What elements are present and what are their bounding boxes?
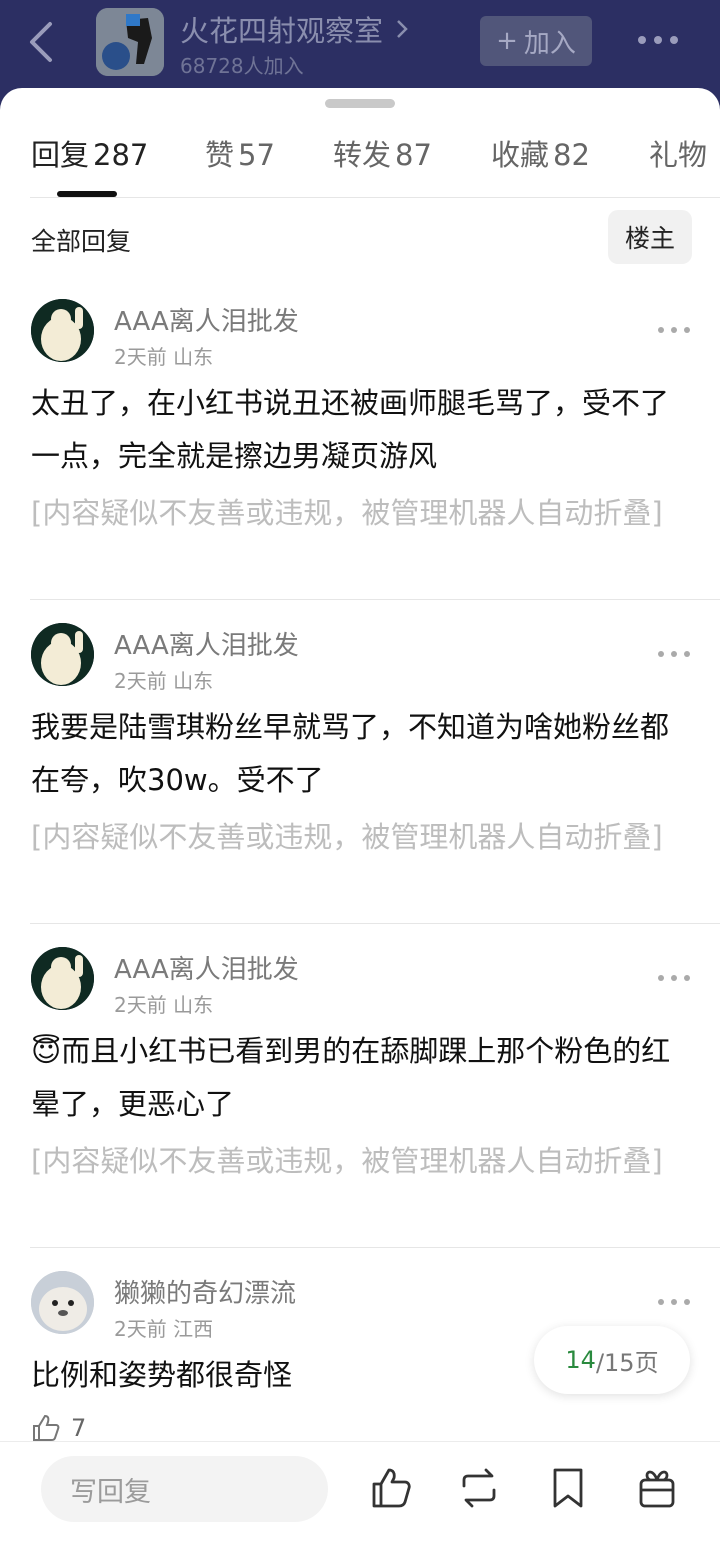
tab-gifts[interactable]: 礼物	[649, 132, 707, 174]
timestamp: 2天前	[114, 345, 167, 369]
thumb-up-icon[interactable]	[370, 1466, 412, 1510]
comment-meta: 2天前 山东	[114, 989, 213, 1018]
folded-notice[interactable]: [内容疑似不友善或违规，被管理机器人自动折叠]	[31, 491, 691, 535]
tab-replies[interactable]: 回复 287	[31, 132, 148, 174]
comment-meta: 2天前 山东	[114, 341, 213, 370]
op-only-button[interactable]: 楼主	[608, 210, 692, 264]
divider	[30, 599, 720, 600]
drag-handle[interactable]	[325, 99, 395, 108]
more-icon[interactable]	[656, 649, 692, 659]
page-indicator[interactable]: 14/15页	[534, 1326, 690, 1394]
tab-label: 回复	[31, 138, 90, 172]
location: 山东	[173, 345, 214, 369]
location: 山东	[173, 669, 214, 693]
comment-meta: 2天前 山东	[114, 665, 213, 694]
tab-label: 礼物	[649, 138, 708, 172]
gift-icon[interactable]	[636, 1466, 678, 1510]
reply-input[interactable]: 写回复	[41, 1456, 328, 1522]
thumb-up-icon	[33, 1414, 60, 1441]
tab-favorites[interactable]: 收藏 82	[491, 132, 590, 174]
total-pages: /15页	[595, 1348, 659, 1377]
timestamp: 2天前	[114, 1317, 167, 1341]
divider	[30, 197, 720, 198]
username[interactable]: AAA离人泪批发	[114, 625, 299, 662]
member-count: 68728人加入	[180, 54, 304, 78]
tab-label: 收藏	[491, 138, 550, 172]
comment-text: 太丑了，在小红书说丑还被画师腿毛骂了，受不了一点，完全就是擦边男凝页游风	[31, 386, 670, 473]
location: 江西	[173, 1317, 214, 1341]
username[interactable]: 獭獭的奇幻漂流	[114, 1273, 296, 1310]
bottom-action-bar: 写回复	[0, 1441, 720, 1542]
username[interactable]: AAA离人泪批发	[114, 301, 299, 338]
back-icon[interactable]	[22, 20, 62, 64]
timestamp: 2天前	[114, 993, 167, 1017]
folded-notice[interactable]: [内容疑似不友善或违规，被管理机器人自动折叠]	[31, 1139, 691, 1183]
more-icon[interactable]	[656, 325, 692, 335]
more-icon[interactable]	[656, 1297, 692, 1307]
avatar[interactable]	[31, 947, 94, 1010]
avatar[interactable]	[31, 1271, 94, 1334]
folded-notice[interactable]: [内容疑似不友善或违规，被管理机器人自动折叠]	[31, 815, 691, 859]
group-avatar[interactable]	[96, 8, 164, 76]
group-header: 火花四射观察室 68728人加入 + 加入	[0, 0, 720, 90]
current-page: 14	[565, 1346, 596, 1374]
tab-likes[interactable]: 赞 57	[205, 132, 275, 174]
avatar[interactable]	[31, 299, 94, 362]
join-button[interactable]: + 加入	[480, 16, 592, 66]
comment-text: 我要是陆雪琪粉丝早就骂了，不知道为啥她粉丝都在夸，吹30w。受不了	[31, 710, 670, 797]
plus-icon: +	[496, 26, 518, 56]
like-row[interactable]: 7	[31, 1414, 86, 1442]
comment-text: 😇而且小红书已看到男的在舔脚踝上那个粉色的红晕了，更恶心了	[31, 1034, 671, 1121]
timestamp: 2天前	[114, 669, 167, 693]
tab-count: 82	[553, 138, 590, 172]
more-icon[interactable]	[656, 973, 692, 983]
avatar[interactable]	[31, 623, 94, 686]
tab-count: 57	[238, 138, 275, 172]
divider	[30, 1247, 720, 1248]
bookmark-icon[interactable]	[547, 1466, 589, 1510]
join-label: 加入	[523, 28, 576, 59]
tab-count: 287	[93, 138, 149, 172]
replies-sheet: 回复 287 赞 57 转发 87 收藏 82 礼物 全部回复 楼主 AAA离人泪批发	[0, 88, 720, 1541]
all-replies-label: 全部回复	[31, 227, 132, 256]
tab-label: 转发	[333, 138, 392, 172]
like-count: 7	[71, 1414, 87, 1442]
location: 山东	[173, 993, 214, 1017]
tab-bar: 回复 287 赞 57 转发 87 收藏 82 礼物	[0, 132, 720, 182]
tab-reposts[interactable]: 转发 87	[333, 132, 432, 174]
tab-count: 87	[395, 138, 432, 172]
more-icon[interactable]	[636, 30, 680, 50]
group-title[interactable]: 火花四射观察室	[180, 8, 383, 50]
comment-meta: 2天前 江西	[114, 1313, 213, 1342]
divider	[30, 923, 720, 924]
chevron-right-icon	[397, 20, 408, 38]
username[interactable]: AAA离人泪批发	[114, 949, 299, 986]
repost-icon[interactable]	[458, 1466, 500, 1510]
tab-label: 赞	[205, 138, 235, 172]
